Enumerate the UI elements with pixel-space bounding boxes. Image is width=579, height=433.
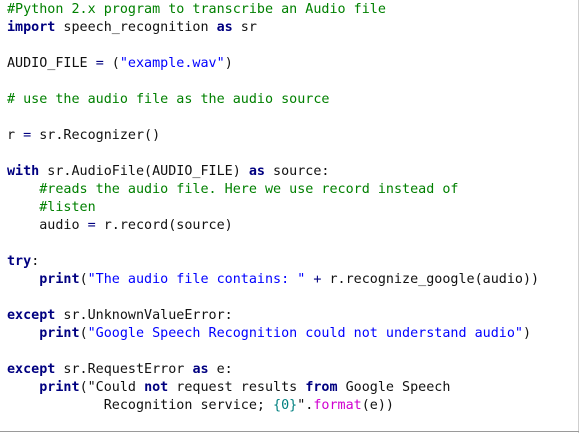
code-line: import speech_recognition as sr xyxy=(7,20,257,35)
code-line: Recognition service; {0}".format(e)) xyxy=(7,398,394,413)
code-line: r = sr.Recognizer() xyxy=(7,128,161,143)
code-line: ​ xyxy=(7,343,539,361)
code-line: with sr.AudioFile(AUDIO_FILE) as source: xyxy=(7,164,330,179)
code-line: ​ xyxy=(7,109,539,127)
code-line: except sr.RequestError as e: xyxy=(7,362,233,377)
code-line: ​ xyxy=(7,235,539,253)
code-line: except sr.UnknownValueError: xyxy=(7,308,233,323)
code-line: ​ xyxy=(7,289,539,307)
code-line: ​ xyxy=(7,145,539,163)
code-line: print("The audio file contains: " + r.re… xyxy=(39,272,540,287)
code-line: try: xyxy=(7,254,40,269)
code-block: #Python 2.x program to transcribe an Aud… xyxy=(7,1,539,415)
code-line: AUDIO_FILE = ("example.wav") xyxy=(7,56,233,71)
code-line: audio = r.record(source) xyxy=(7,218,233,233)
code-line: #listen xyxy=(39,200,96,215)
code-line: #reads the audio file. Here we use recor… xyxy=(39,182,459,197)
code-line: # use the audio file as the audio source xyxy=(7,92,330,107)
code-line: ​ xyxy=(7,37,539,55)
code-line: print("Google Speech Recognition could n… xyxy=(39,326,532,341)
bottom-divider xyxy=(0,431,579,432)
code-line: #Python 2.x program to transcribe an Aud… xyxy=(7,2,386,17)
code-line: print("Could not request results from Go… xyxy=(39,380,451,395)
code-view: #Python 2.x program to transcribe an Aud… xyxy=(0,0,579,433)
code-line: ​ xyxy=(7,73,539,91)
